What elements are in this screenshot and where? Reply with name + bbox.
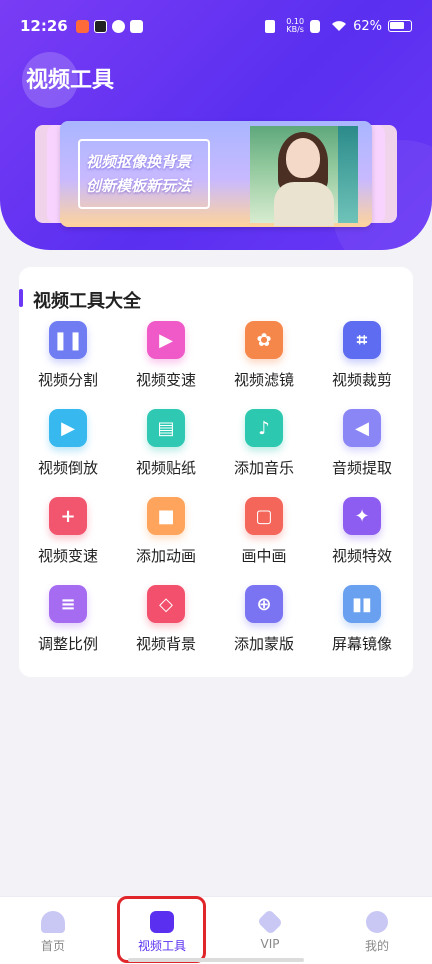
speaker-icon: ◀ bbox=[343, 409, 381, 447]
home-icon bbox=[41, 911, 65, 933]
list-ratio-icon: ≡ bbox=[49, 585, 87, 623]
notification-app-icon bbox=[129, 19, 143, 33]
stars-effect-icon: ✦ bbox=[343, 497, 381, 535]
tool-label: 视频变速 bbox=[37, 547, 98, 565]
tool-item[interactable]: ◇ 视频背景 bbox=[117, 585, 215, 654]
tool-label: 视频倒放 bbox=[37, 459, 98, 477]
tool-item[interactable]: ▤ 视频贴纸 bbox=[117, 409, 215, 478]
plus-circle-icon: ⊕ bbox=[245, 585, 283, 623]
page-title: 视频工具 bbox=[26, 68, 115, 93]
tool-label: 添加蒙版 bbox=[233, 635, 294, 653]
tool-item[interactable]: ■ 添加动画 bbox=[117, 497, 215, 566]
tool-item[interactable]: ❚❚ 视频分割 bbox=[19, 321, 117, 390]
tool-item[interactable]: ▶ 视频倒放 bbox=[19, 409, 117, 478]
notification-app-icon bbox=[75, 19, 89, 33]
nav-profile[interactable]: 我的 bbox=[332, 911, 422, 954]
banner-text-frame bbox=[78, 139, 210, 209]
tool-item[interactable]: + 视频变速 bbox=[19, 497, 117, 566]
nav-home[interactable]: 首页 bbox=[8, 911, 98, 954]
tool-label: 视频滤镜 bbox=[233, 371, 294, 389]
vibrate-icon bbox=[265, 19, 276, 33]
battery-icon bbox=[388, 20, 412, 32]
mirror-icon: ▮▮ bbox=[343, 585, 381, 623]
profile-icon bbox=[366, 911, 388, 933]
tool-label: 视频分割 bbox=[37, 371, 98, 389]
tool-item[interactable]: ⊕ 添加蒙版 bbox=[215, 585, 313, 654]
tool-label: 音频提取 bbox=[331, 459, 392, 477]
banner-slide[interactable]: 视频抠像换背景 创新模板新玩法 bbox=[60, 121, 372, 227]
tv-reverse-icon: ▶ bbox=[49, 409, 87, 447]
tool-label: 视频贴纸 bbox=[135, 459, 196, 477]
tool-label: 视频裁剪 bbox=[331, 371, 392, 389]
status-bar: 12:26 0.10 KB/s 62% bbox=[0, 0, 432, 52]
sim-icon bbox=[310, 19, 321, 33]
banner-photo bbox=[250, 126, 358, 226]
camera-speed-icon: ▶ bbox=[147, 321, 185, 359]
tool-item[interactable]: ▢ 画中画 bbox=[215, 497, 313, 566]
tool-label: 调整比例 bbox=[37, 635, 98, 653]
nav-vip-label: VIP bbox=[260, 937, 280, 951]
tool-label: 添加音乐 bbox=[233, 459, 294, 477]
tool-label: 视频背景 bbox=[135, 635, 196, 653]
tool-label: 添加动画 bbox=[135, 547, 196, 565]
tool-label: 画中画 bbox=[241, 547, 287, 565]
nav-home-label: 首页 bbox=[40, 939, 65, 953]
tool-label: 视频变速 bbox=[135, 371, 196, 389]
battery-percent: 62% bbox=[353, 18, 382, 34]
notification-app-icon bbox=[111, 19, 125, 33]
bottom-navigation: 首页 视频工具 VIP 我的 bbox=[0, 896, 432, 964]
tool-label: 视频特效 bbox=[331, 547, 392, 565]
nav-profile-label: 我的 bbox=[364, 939, 389, 953]
status-time: 12:26 bbox=[20, 17, 68, 35]
promo-banner[interactable]: 视频抠像换背景 创新模板新玩法 bbox=[35, 121, 397, 227]
music-note-icon: ♪ bbox=[245, 409, 283, 447]
sticker-icon: ▤ bbox=[147, 409, 185, 447]
tool-item[interactable]: ≡ 调整比例 bbox=[19, 585, 117, 654]
section-title: 视频工具大全 bbox=[19, 287, 141, 313]
hexagon-background-icon: ◇ bbox=[147, 585, 185, 623]
animation-icon: ■ bbox=[147, 497, 185, 535]
tool-item[interactable]: ⌗ 视频裁剪 bbox=[313, 321, 411, 390]
tool-item[interactable]: ✦ 视频特效 bbox=[313, 497, 411, 566]
nav-vip[interactable]: VIP bbox=[225, 908, 315, 951]
gesture-home-bar[interactable] bbox=[128, 958, 304, 962]
tools-card: 视频工具大全 ❚❚ 视频分割 ▶ 视频变速 ✿ 视频滤镜 ⌗ 视频裁剪 ▶ 视频倒放 ▤ 视频贴纸 ♪ 添… bbox=[19, 267, 413, 677]
notification-app-icon bbox=[93, 19, 107, 33]
crop-icon: ⌗ bbox=[343, 321, 381, 359]
vip-diamond-icon bbox=[256, 908, 284, 936]
tool-item[interactable]: ◀ 音频提取 bbox=[313, 409, 411, 478]
split-icon: ❚❚ bbox=[49, 321, 87, 359]
add-file-icon: + bbox=[49, 497, 87, 535]
wifi-icon bbox=[332, 21, 347, 31]
picture-in-picture-icon: ▢ bbox=[245, 497, 283, 535]
tool-item[interactable]: ✿ 视频滤镜 bbox=[215, 321, 313, 390]
network-speed: 0.10 KB/s bbox=[286, 18, 304, 34]
banner-line-1: 视频抠像换背景 bbox=[86, 153, 192, 171]
banner-line-2: 创新模板新玩法 bbox=[86, 177, 192, 195]
tool-item[interactable]: ▮▮ 屏幕镜像 bbox=[313, 585, 411, 654]
tool-item[interactable]: ▶ 视频变速 bbox=[117, 321, 215, 390]
tool-label: 屏幕镜像 bbox=[331, 635, 392, 653]
network-speed-unit: KB/s bbox=[286, 25, 304, 34]
tool-item[interactable]: ♪ 添加音乐 bbox=[215, 409, 313, 478]
nav-highlight-outline bbox=[117, 896, 206, 963]
flower-filter-icon: ✿ bbox=[245, 321, 283, 359]
